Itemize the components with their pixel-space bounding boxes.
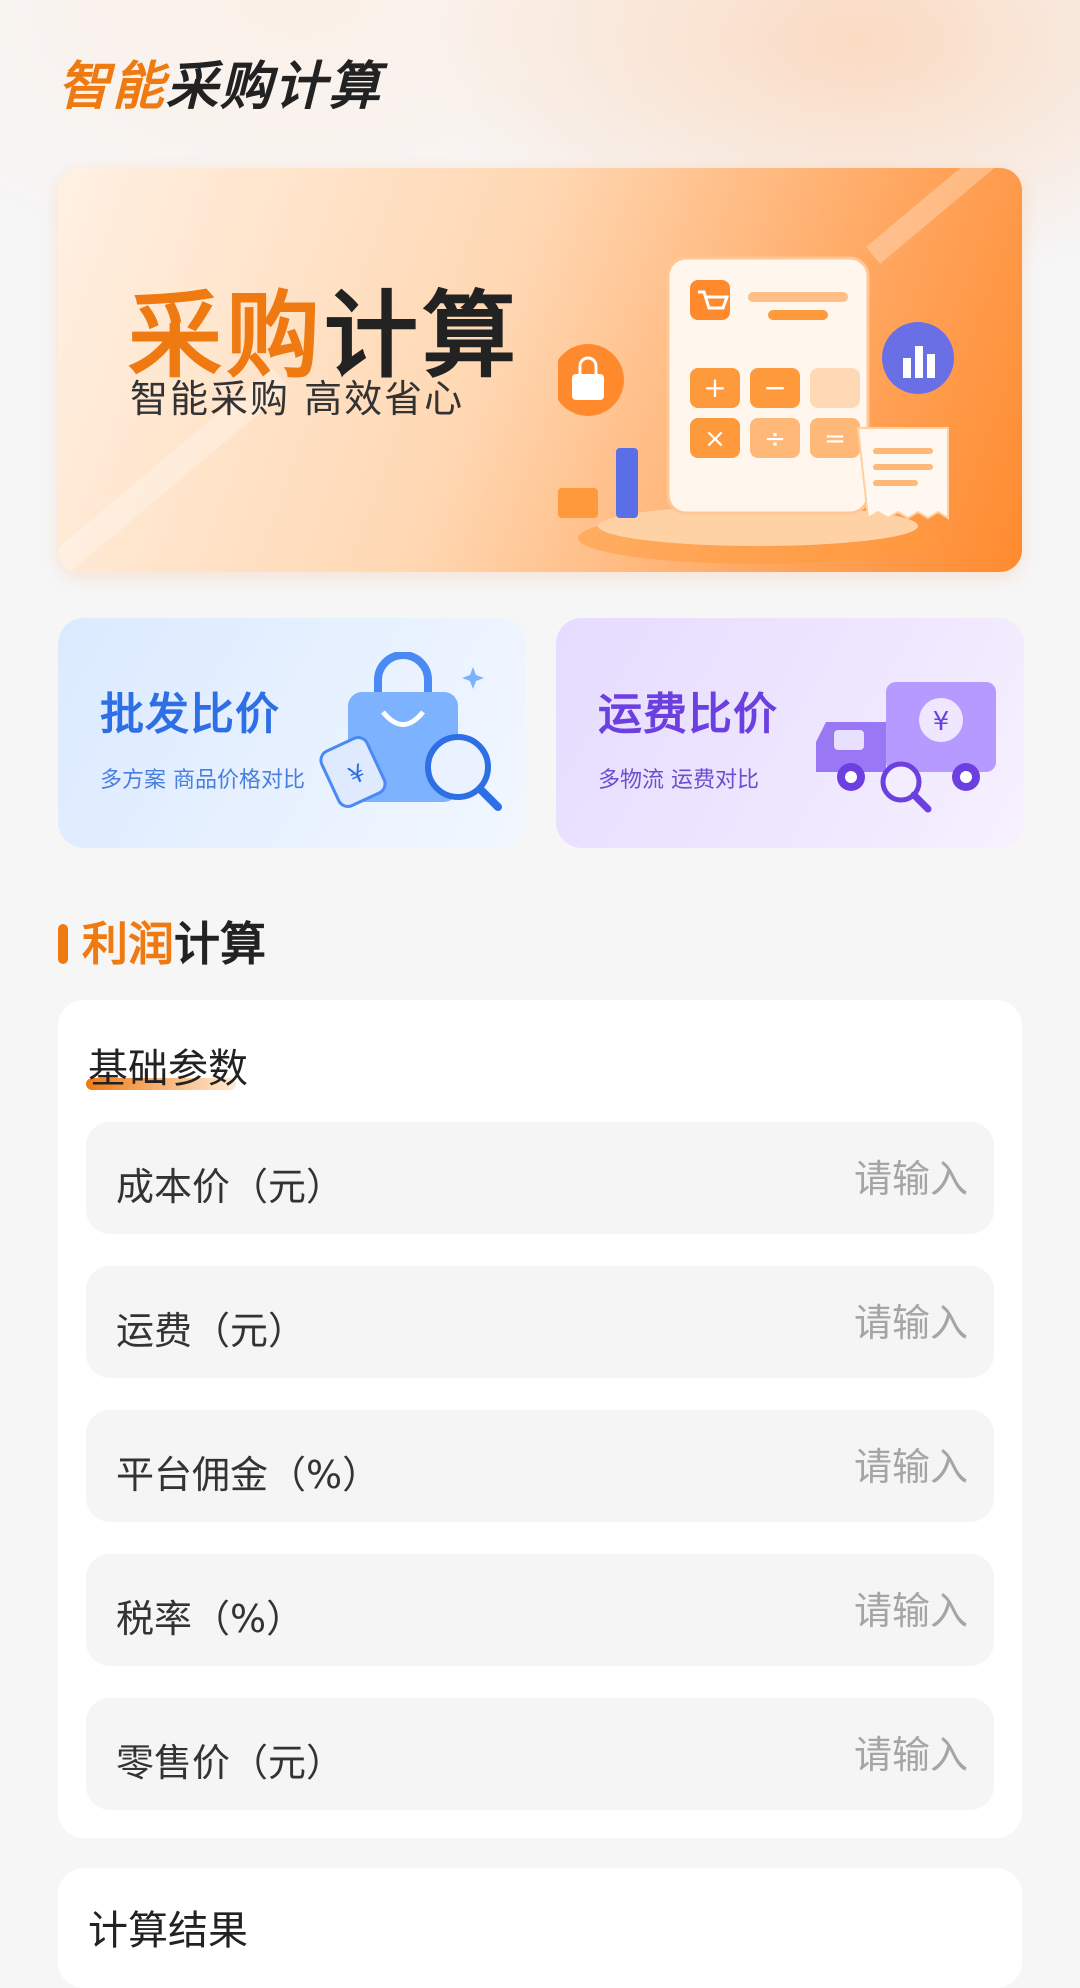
delivery-truck-icon: ¥ xyxy=(816,682,996,813)
svg-text:÷: ÷ xyxy=(764,424,786,454)
field-cost-price[interactable]: 成本价（元） xyxy=(86,1122,994,1234)
freight-compare-card[interactable]: 运费比价 多物流 运费对比 ¥ xyxy=(556,618,1024,848)
calculator-icon: + − × ÷ = xyxy=(558,256,954,564)
page-title-rest: 采购计算 xyxy=(166,57,383,117)
field-commission[interactable]: 平台佣金（%） xyxy=(86,1410,994,1522)
hero-banner[interactable]: 采购计算 智能采购 高效省心 + − × ÷ = xyxy=(58,168,1022,572)
hero-subtitle: 智能采购 高效省心 xyxy=(130,377,465,421)
field-label: 税率（%） xyxy=(116,1597,305,1641)
page-title: 智能采购计算 xyxy=(58,44,382,119)
commission-input[interactable] xyxy=(646,1432,970,1502)
svg-text:×: × xyxy=(704,424,726,454)
field-retail-price[interactable]: 零售价（元） xyxy=(86,1698,994,1810)
field-tax-rate[interactable]: 税率（%） xyxy=(86,1554,994,1666)
card-title: 运费比价 xyxy=(598,689,778,740)
section-heading-accent: 利润 xyxy=(82,917,174,971)
section-heading-rest: 计算 xyxy=(174,917,266,971)
svg-text:+: + xyxy=(703,371,726,404)
basic-params-panel: 基础参数 成本价（元） 运费（元） 平台佣金（%） 税率（%） 零售价（元） xyxy=(58,1000,1022,1838)
card-title: 批发比价 xyxy=(100,689,280,740)
shopping-bag-price-tag-icon: ¥ xyxy=(319,652,502,811)
wholesale-compare-card[interactable]: 批发比价 多方案 商品价格对比 ¥ xyxy=(58,618,526,848)
field-label: 运费（元） xyxy=(116,1309,307,1353)
svg-text:=: = xyxy=(824,424,846,454)
results-panel: 计算结果 xyxy=(58,1868,1022,1988)
tax-rate-input[interactable] xyxy=(646,1576,970,1646)
section-heading-bar xyxy=(58,924,68,964)
cost-price-input[interactable] xyxy=(646,1144,970,1214)
page-title-accent: 智能 xyxy=(58,57,167,117)
retail-price-input[interactable] xyxy=(646,1720,970,1790)
freight-input[interactable] xyxy=(646,1288,970,1358)
svg-text:¥: ¥ xyxy=(933,707,950,737)
card-subtitle: 多方案 商品价格对比 xyxy=(100,768,305,793)
field-label: 零售价（元） xyxy=(116,1741,345,1785)
svg-text:−: − xyxy=(763,371,786,404)
panel-title: 基础参数 xyxy=(88,1046,248,1092)
field-freight[interactable]: 运费（元） xyxy=(86,1266,994,1378)
card-subtitle: 多物流 运费对比 xyxy=(598,768,759,793)
results-title: 计算结果 xyxy=(88,1908,248,1954)
section-heading: 利润计算 xyxy=(58,908,266,974)
field-label: 成本价（元） xyxy=(116,1165,345,1209)
field-label: 平台佣金（%） xyxy=(116,1453,381,1497)
